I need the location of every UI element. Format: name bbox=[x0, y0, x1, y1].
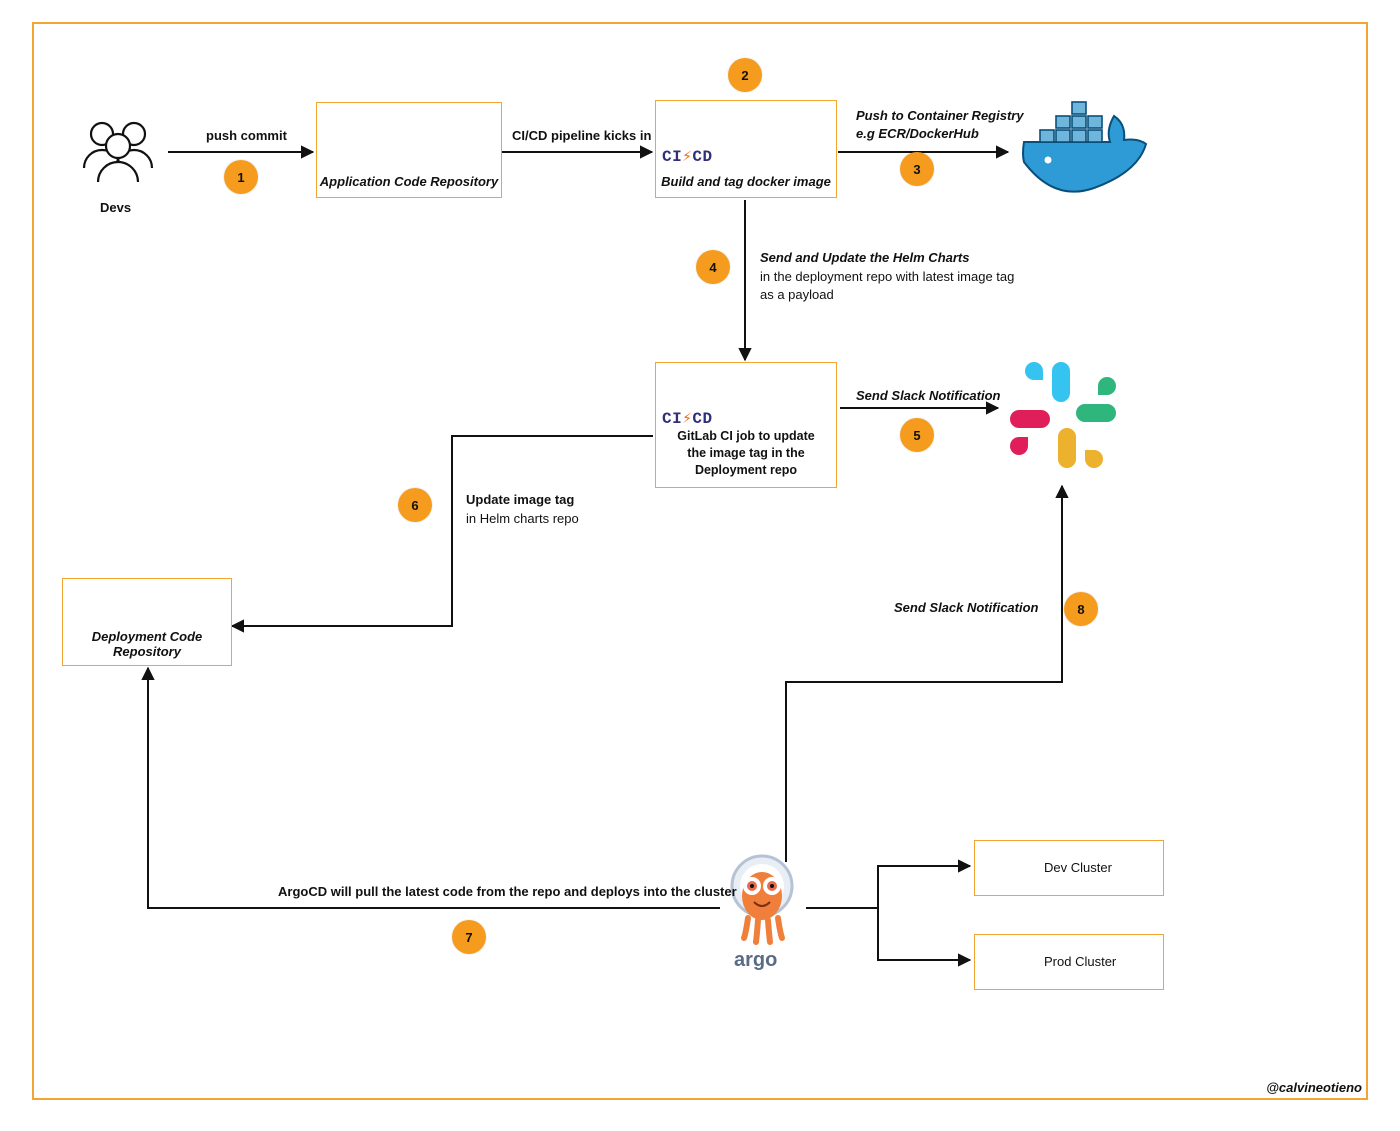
cicd-build-label: Build and tag docker image bbox=[656, 174, 836, 189]
cicd-text-2: CI⚡CD bbox=[662, 408, 713, 428]
edge-helm-l2: in the deployment repo with latest image… bbox=[760, 268, 1014, 286]
edge-helm-l1: Send and Update the Helm Charts bbox=[760, 250, 969, 267]
dev-cluster-label: Dev Cluster bbox=[1044, 860, 1112, 875]
step-1-badge: 1 bbox=[224, 160, 258, 194]
cicd-update-label: GitLab CI job to update the image tag in… bbox=[662, 428, 830, 479]
step-7-badge: 7 bbox=[452, 920, 486, 954]
step-8-badge: 8 bbox=[1064, 592, 1098, 626]
edge-registry-l1: Push to Container Registry bbox=[856, 108, 1024, 125]
step-2-badge: 2 bbox=[728, 58, 762, 92]
edge-helm-l3: as a payload bbox=[760, 286, 834, 304]
app-repo-box: Application Code Repository bbox=[316, 102, 502, 198]
edge-updatetag-l2: in Helm charts repo bbox=[466, 510, 579, 528]
diagram-canvas: argo bbox=[0, 0, 1400, 1131]
deploy-repo-box: Deployment Code Repository bbox=[62, 578, 232, 666]
step-5-badge: 5 bbox=[900, 418, 934, 452]
cicd-text-1: CI⚡CD bbox=[662, 146, 713, 166]
step-6-badge: 6 bbox=[398, 488, 432, 522]
devs-label: Devs bbox=[100, 200, 131, 217]
edge-push-commit: push commit bbox=[206, 128, 287, 145]
step-4-badge: 4 bbox=[696, 250, 730, 284]
edge-pipeline: CI/CD pipeline kicks in bbox=[512, 128, 651, 145]
credit: @calvineotieno bbox=[1266, 1080, 1362, 1095]
edge-slack5: Send Slack Notification bbox=[856, 388, 1000, 405]
edge-slack8: Send Slack Notification bbox=[894, 600, 1038, 617]
edge-argopull: ArgoCD will pull the latest code from th… bbox=[278, 884, 737, 901]
prod-cluster-label: Prod Cluster bbox=[1044, 954, 1116, 969]
step-3-badge: 3 bbox=[900, 152, 934, 186]
edge-updatetag-l1: Update image tag bbox=[466, 492, 574, 509]
deploy-repo-label: Deployment Code Repository bbox=[63, 629, 231, 659]
edge-registry-l2: e.g ECR/DockerHub bbox=[856, 126, 979, 143]
app-repo-label: Application Code Repository bbox=[317, 174, 501, 189]
